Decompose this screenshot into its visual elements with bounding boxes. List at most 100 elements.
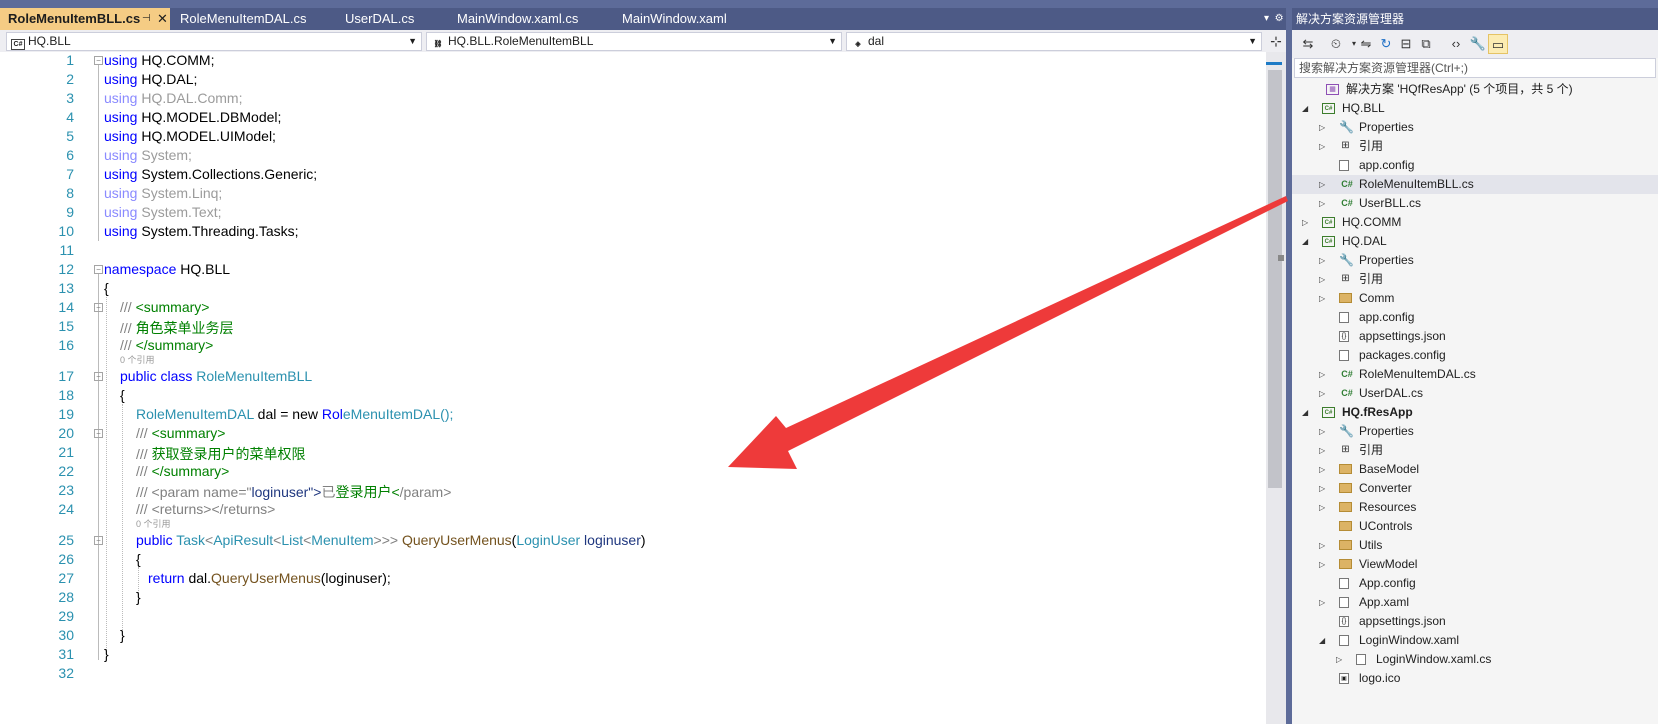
split-editor-button[interactable]: ⊹	[1266, 30, 1286, 52]
collapsed-arrow-icon[interactable]: ▷	[1319, 555, 1325, 574]
collapsed-arrow-icon[interactable]: ▷	[1319, 270, 1325, 289]
member-dropdown[interactable]: ◈ dal ▼	[846, 32, 1262, 51]
collapsed-arrow-icon[interactable]: ▷	[1319, 479, 1325, 498]
sync-with-document-icon[interactable]: ⇋	[1356, 34, 1376, 54]
fold-toggle[interactable]: −	[94, 265, 103, 274]
tree-item[interactable]: ▷ ⊞ 引用	[1292, 270, 1658, 289]
fold-toggle[interactable]: −	[94, 536, 103, 545]
tree-item[interactable]: ▷ Comm	[1292, 289, 1658, 308]
line-number: 19	[58, 406, 74, 422]
expanded-arrow-icon[interactable]: ◢	[1302, 232, 1308, 251]
tree-item[interactable]: ▷ BaseModel	[1292, 460, 1658, 479]
code-token: public class	[120, 368, 197, 384]
tree-item[interactable]: ▷ ⊞ 引用	[1292, 137, 1658, 156]
tree-item[interactable]: ▦ 解决方案 'HQfResApp' (5 个项目，共 5 个)	[1292, 80, 1658, 99]
view-code-icon[interactable]: ‹›	[1446, 34, 1466, 54]
folder-icon	[1339, 521, 1352, 531]
tree-item[interactable]: ▷ App.xaml	[1292, 593, 1658, 612]
collapsed-arrow-icon[interactable]: ▷	[1319, 251, 1325, 270]
collapsed-arrow-icon[interactable]: ▷	[1319, 384, 1325, 403]
tree-item[interactable]: packages.config	[1292, 346, 1658, 365]
tree-item[interactable]: ▷ Utils	[1292, 536, 1658, 555]
collapsed-arrow-icon[interactable]: ▷	[1319, 441, 1325, 460]
fold-toggle[interactable]: −	[94, 303, 103, 312]
tree-item[interactable]: ▷ C# HQ.COMM	[1292, 213, 1658, 232]
fold-toggle[interactable]: −	[94, 56, 103, 65]
collapsed-arrow-icon[interactable]: ▷	[1319, 175, 1325, 194]
project-dropdown[interactable]: C# HQ.BLL ▼	[6, 32, 422, 51]
tree-item[interactable]: ▷ ⊞ 引用	[1292, 441, 1658, 460]
tab-userdal[interactable]: UserDAL.cs	[337, 8, 447, 30]
tab-mainwindow-xaml-cs[interactable]: MainWindow.xaml.cs	[449, 8, 612, 30]
tab-rolemenuitembll[interactable]: RoleMenuItemBLL.cs ⊣ ✕	[0, 8, 170, 30]
preview-selected-items-icon[interactable]: ▭	[1488, 34, 1508, 54]
class-dropdown[interactable]: ⛓ HQ.BLL.RoleMenuItemBLL ▼	[426, 32, 842, 51]
tree-item[interactable]: ▷ Converter	[1292, 479, 1658, 498]
close-icon[interactable]: ✕	[157, 8, 168, 30]
codelens-references[interactable]: 0 个引用	[136, 517, 171, 530]
collapsed-arrow-icon[interactable]: ▷	[1319, 194, 1325, 213]
codelens-references[interactable]: 0 个引用	[120, 353, 155, 366]
tree-item-label: HQ.fResApp	[1342, 405, 1413, 419]
collapsed-arrow-icon[interactable]: ▷	[1319, 422, 1325, 441]
collapsed-arrow-icon[interactable]: ▷	[1336, 650, 1342, 669]
tree-item[interactable]: {} appsettings.json	[1292, 327, 1658, 346]
collapsed-arrow-icon[interactable]: ▷	[1319, 137, 1325, 156]
tree-item[interactable]: ▷ C# UserBLL.cs	[1292, 194, 1658, 213]
tree-item[interactable]: ▷ 🔧 Properties	[1292, 118, 1658, 137]
tree-item[interactable]: ▷ Resources	[1292, 498, 1658, 517]
line-number: 6	[66, 147, 74, 163]
tree-item[interactable]: ▷ LoginWindow.xaml.cs	[1292, 650, 1658, 669]
tree-item[interactable]: ▷ 🔧 Properties	[1292, 251, 1658, 270]
tree-item[interactable]: ◢ LoginWindow.xaml	[1292, 631, 1658, 650]
tree-item[interactable]: App.config	[1292, 574, 1658, 593]
code-line: /// <param name="loginuser">已登录用户</param…	[136, 482, 451, 502]
tree-item[interactable]: ▷ C# RoleMenuItemDAL.cs	[1292, 365, 1658, 384]
pending-changes-filter-icon[interactable]: ⏲	[1326, 34, 1346, 54]
collapsed-arrow-icon[interactable]: ▷	[1319, 593, 1325, 612]
code-editor[interactable]: − − − − − − 1 2 3 4 5 6 7 8 9 10 11 12 1…	[0, 52, 1266, 724]
fold-toggle[interactable]: −	[94, 372, 103, 381]
line-number: 5	[66, 128, 74, 144]
tab-dropdown-icon[interactable]: ▾	[1264, 13, 1269, 24]
switch-views-icon[interactable]: ⇆	[1298, 34, 1318, 54]
gear-icon[interactable]: ⚙	[1275, 13, 1284, 24]
solution-search-input[interactable]: 搜索解决方案资源管理器(Ctrl+;)	[1294, 58, 1656, 78]
csharp-file-icon: C#	[1341, 388, 1353, 398]
show-all-files-icon[interactable]: ⧉	[1416, 34, 1436, 54]
collapse-all-icon[interactable]: ⊟	[1396, 34, 1416, 54]
code-line: public Task<ApiResult<List<MenuItem>>> Q…	[136, 532, 646, 548]
tree-item[interactable]: app.config	[1292, 156, 1658, 175]
tree-item[interactable]: ◢ C# HQ.fResApp	[1292, 403, 1658, 422]
project-icon: C#	[1322, 407, 1335, 418]
fold-toggle[interactable]: −	[94, 429, 103, 438]
refresh-icon[interactable]: ↻	[1376, 34, 1396, 54]
tree-item[interactable]: UControls	[1292, 517, 1658, 536]
collapsed-arrow-icon[interactable]: ▷	[1319, 118, 1325, 137]
expanded-arrow-icon[interactable]: ◢	[1302, 99, 1308, 118]
tree-item[interactable]: ◢ C# HQ.BLL	[1292, 99, 1658, 118]
collapsed-arrow-icon[interactable]: ▷	[1302, 213, 1308, 232]
tree-item[interactable]: app.config	[1292, 308, 1658, 327]
code-token: </summary>	[151, 463, 230, 479]
tree-item[interactable]: ▷ 🔧 Properties	[1292, 422, 1658, 441]
tree-item[interactable]: ▷ C# RoleMenuItemBLL.cs	[1292, 175, 1658, 194]
tree-item[interactable]: ▷ ViewModel	[1292, 555, 1658, 574]
expanded-arrow-icon[interactable]: ◢	[1319, 631, 1325, 650]
collapsed-arrow-icon[interactable]: ▷	[1319, 498, 1325, 517]
collapsed-arrow-icon[interactable]: ▷	[1319, 289, 1325, 308]
tree-item[interactable]: ◢ C# HQ.DAL	[1292, 232, 1658, 251]
scrollbar-thumb[interactable]	[1268, 70, 1282, 488]
tree-item[interactable]: ▣ logo.ico	[1292, 669, 1658, 688]
expanded-arrow-icon[interactable]: ◢	[1302, 403, 1308, 422]
tab-mainwindow-xaml[interactable]: MainWindow.xaml	[614, 8, 766, 30]
collapsed-arrow-icon[interactable]: ▷	[1319, 365, 1325, 384]
tree-item[interactable]: ▷ C# UserDAL.cs	[1292, 384, 1658, 403]
collapsed-arrow-icon[interactable]: ▷	[1319, 460, 1325, 479]
properties-wrench-icon[interactable]: 🔧	[1468, 34, 1488, 54]
pin-icon[interactable]: ⊣	[142, 8, 151, 30]
tab-rolemenuitemdal[interactable]: RoleMenuItemDAL.cs	[172, 8, 335, 30]
wrench-icon: 🔧	[1339, 120, 1354, 134]
tree-item[interactable]: {} appsettings.json	[1292, 612, 1658, 631]
collapsed-arrow-icon[interactable]: ▷	[1319, 536, 1325, 555]
